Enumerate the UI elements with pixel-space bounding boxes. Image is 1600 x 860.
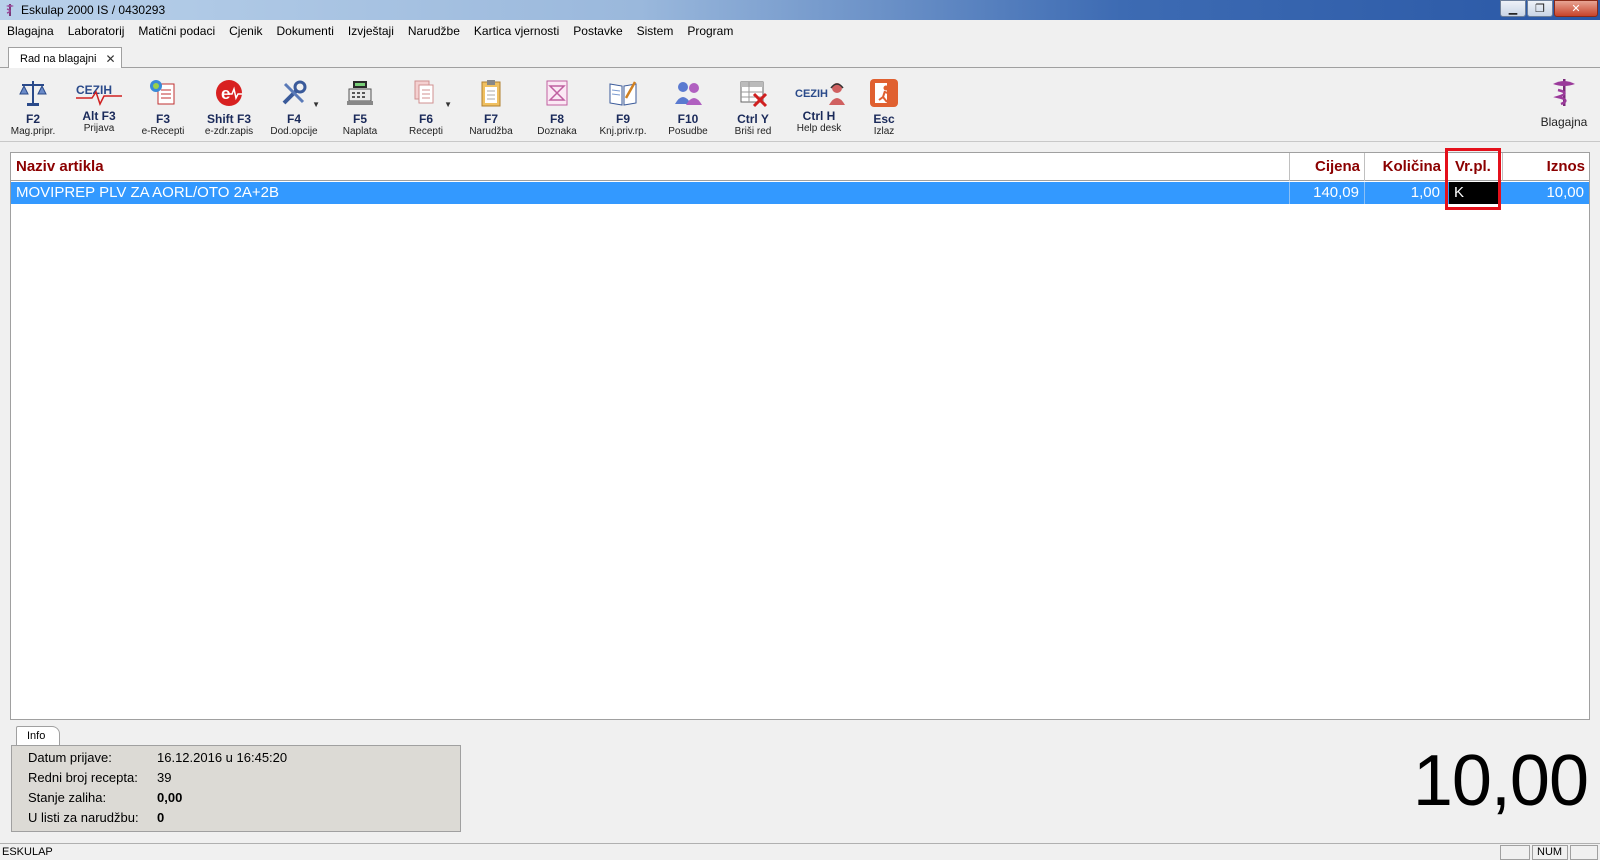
recepti-button[interactable]: ▼ F6 Recepti bbox=[394, 78, 458, 138]
cell-kolicina: 1,00 bbox=[1365, 182, 1446, 204]
info-value-lista: 0 bbox=[157, 810, 165, 825]
info-panel: Datum prijave: 16.12.2016 u 16:45:20 Red… bbox=[11, 745, 461, 832]
window-title: Eskulap 2000 IS / 0430293 bbox=[21, 3, 166, 17]
total-amount: 10,00 bbox=[1412, 741, 1589, 821]
grid-header: Naziv artikla Cijena Količina Vr.pl. Izn… bbox=[11, 153, 1589, 181]
menu-bar: Blagajna Laboratorij Matični podaci Cjen… bbox=[0, 20, 1600, 41]
cash-register-icon bbox=[347, 81, 373, 105]
dropdown-arrow-icon[interactable]: ▼ bbox=[444, 100, 452, 109]
posudbe-button[interactable]: F10 Posudbe bbox=[656, 78, 720, 138]
info-value-redni-broj: 39 bbox=[157, 770, 172, 785]
exit-icon bbox=[870, 79, 898, 107]
help-desk-button[interactable]: CEZIH Ctrl H Help desk bbox=[787, 78, 851, 138]
menu-dokumenti[interactable]: Dokumenti bbox=[277, 24, 334, 38]
document-tab-strip: Rad na blagajni ✕ bbox=[0, 41, 1600, 69]
info-value-stanje: 0,00 bbox=[157, 790, 183, 805]
tab-label: Rad na blagajni bbox=[20, 52, 97, 65]
info-label-datum: Datum prijave: bbox=[28, 750, 112, 765]
knj-priv-rp-button[interactable]: F9 Knj.priv.rp. bbox=[591, 78, 655, 138]
menu-kartica-vjernosti[interactable]: Kartica vjernosti bbox=[474, 24, 559, 38]
items-grid[interactable]: Naziv artikla Cijena Količina Vr.pl. Izn… bbox=[10, 148, 1590, 720]
caduceus-icon bbox=[6, 4, 14, 16]
menu-izvjestaji[interactable]: Izvještaji bbox=[348, 24, 394, 38]
e-zdr-zapis-button[interactable]: e Shift F3 e-zdr.zapis bbox=[197, 78, 261, 138]
dod-opcije-button[interactable]: ▼ F4 Dod.opcije bbox=[262, 78, 326, 138]
scales-icon bbox=[19, 81, 47, 106]
status-pane-empty bbox=[1570, 845, 1598, 860]
menu-narudzbe[interactable]: Narudžbe bbox=[408, 24, 460, 38]
brisi-red-button[interactable]: Ctrl Y Briši red bbox=[721, 78, 785, 138]
menu-maticni-podaci[interactable]: Matični podaci bbox=[138, 24, 215, 38]
info-value-datum: 16.12.2016 u 16:45:20 bbox=[157, 750, 288, 765]
people-icon bbox=[675, 82, 702, 105]
prijava-button[interactable]: CEZIH Alt F3 Prijava bbox=[67, 78, 131, 138]
status-text: ESKULAP bbox=[2, 846, 53, 858]
cell-cijena: 140,09 bbox=[1290, 182, 1365, 204]
menu-cjenik[interactable]: Cjenik bbox=[229, 24, 262, 38]
tab-rad-na-blagajni[interactable]: Rad na blagajni ✕ bbox=[8, 47, 122, 69]
doznaka-button[interactable]: F8 Doznaka bbox=[525, 78, 589, 138]
minimize-button[interactable]: ▁ bbox=[1500, 0, 1526, 17]
toolbar: F2 Mag.pripr. CEZIH Alt F3 Prijava F3 e-… bbox=[0, 68, 1600, 142]
caduceus-icon bbox=[1553, 79, 1575, 106]
info-label-redni-broj: Redni broj recepta: bbox=[28, 770, 138, 785]
cell-iznos: 10,00 bbox=[1546, 184, 1584, 201]
column-header-naziv[interactable]: Naziv artikla bbox=[11, 153, 1290, 181]
title-bar: Eskulap 2000 IS / 0430293 ▁ ❐ ✕ bbox=[0, 0, 1600, 20]
restore-button[interactable]: ❐ bbox=[1527, 0, 1553, 17]
column-header-kolicina[interactable]: Količina bbox=[1365, 153, 1446, 181]
table-row[interactable]: MOVIPREP PLV ZA AORL/OTO 2A+2B 140,09 1,… bbox=[11, 182, 1589, 204]
tools-icon bbox=[282, 80, 307, 105]
tab-close-icon[interactable]: ✕ bbox=[105, 52, 115, 66]
helpdesk-icon: CEZIH bbox=[792, 78, 846, 108]
status-num: NUM bbox=[1532, 845, 1568, 860]
info-label-lista: U listi za narudžbu: bbox=[28, 810, 139, 825]
cezih-icon: CEZIH bbox=[72, 78, 126, 108]
status-bar: ESKULAP NUM bbox=[0, 843, 1600, 860]
cell-naziv: MOVIPREP PLV ZA AORL/OTO 2A+2B bbox=[11, 182, 1290, 204]
clipboard-icon bbox=[481, 80, 501, 107]
menu-postavke[interactable]: Postavke bbox=[573, 24, 622, 38]
close-button[interactable]: ✕ bbox=[1554, 0, 1598, 17]
narudzba-button[interactable]: F7 Narudžba bbox=[459, 78, 523, 138]
status-pane-empty bbox=[1500, 845, 1530, 860]
info-tab[interactable]: Info bbox=[16, 726, 60, 746]
delete-row-icon bbox=[740, 81, 768, 108]
menu-blagajna[interactable]: Blagajna bbox=[7, 24, 54, 38]
blagajna-button[interactable]: Blagajna bbox=[1536, 76, 1592, 129]
menu-sistem[interactable]: Sistem bbox=[637, 24, 674, 38]
naplata-button[interactable]: F5 Naplata bbox=[328, 78, 392, 138]
column-header-iznos[interactable]: Iznos bbox=[1503, 153, 1589, 181]
info-label-stanje: Stanje zaliha: bbox=[28, 790, 107, 805]
mag-pripr-button[interactable]: F2 Mag.pripr. bbox=[1, 78, 65, 138]
e-recepti-button[interactable]: F3 e-Recepti bbox=[131, 78, 195, 138]
cell-vr-pl-editor[interactable]: K bbox=[1449, 182, 1500, 204]
svg-text:CEZIH: CEZIH bbox=[795, 88, 828, 100]
book-icon bbox=[609, 81, 637, 106]
column-header-cijena[interactable]: Cijena bbox=[1290, 153, 1365, 181]
izlaz-button[interactable]: Esc Izlaz bbox=[852, 78, 916, 138]
dropdown-arrow-icon[interactable]: ▼ bbox=[312, 100, 320, 109]
voucher-icon bbox=[546, 80, 568, 106]
e-health-icon: e bbox=[216, 80, 242, 106]
menu-program[interactable]: Program bbox=[687, 24, 733, 38]
column-header-vr-pl[interactable]: Vr.pl. bbox=[1446, 153, 1503, 181]
documents-icon bbox=[414, 80, 434, 104]
e-recept-icon bbox=[150, 80, 175, 105]
menu-laboratorij[interactable]: Laboratorij bbox=[68, 24, 125, 38]
